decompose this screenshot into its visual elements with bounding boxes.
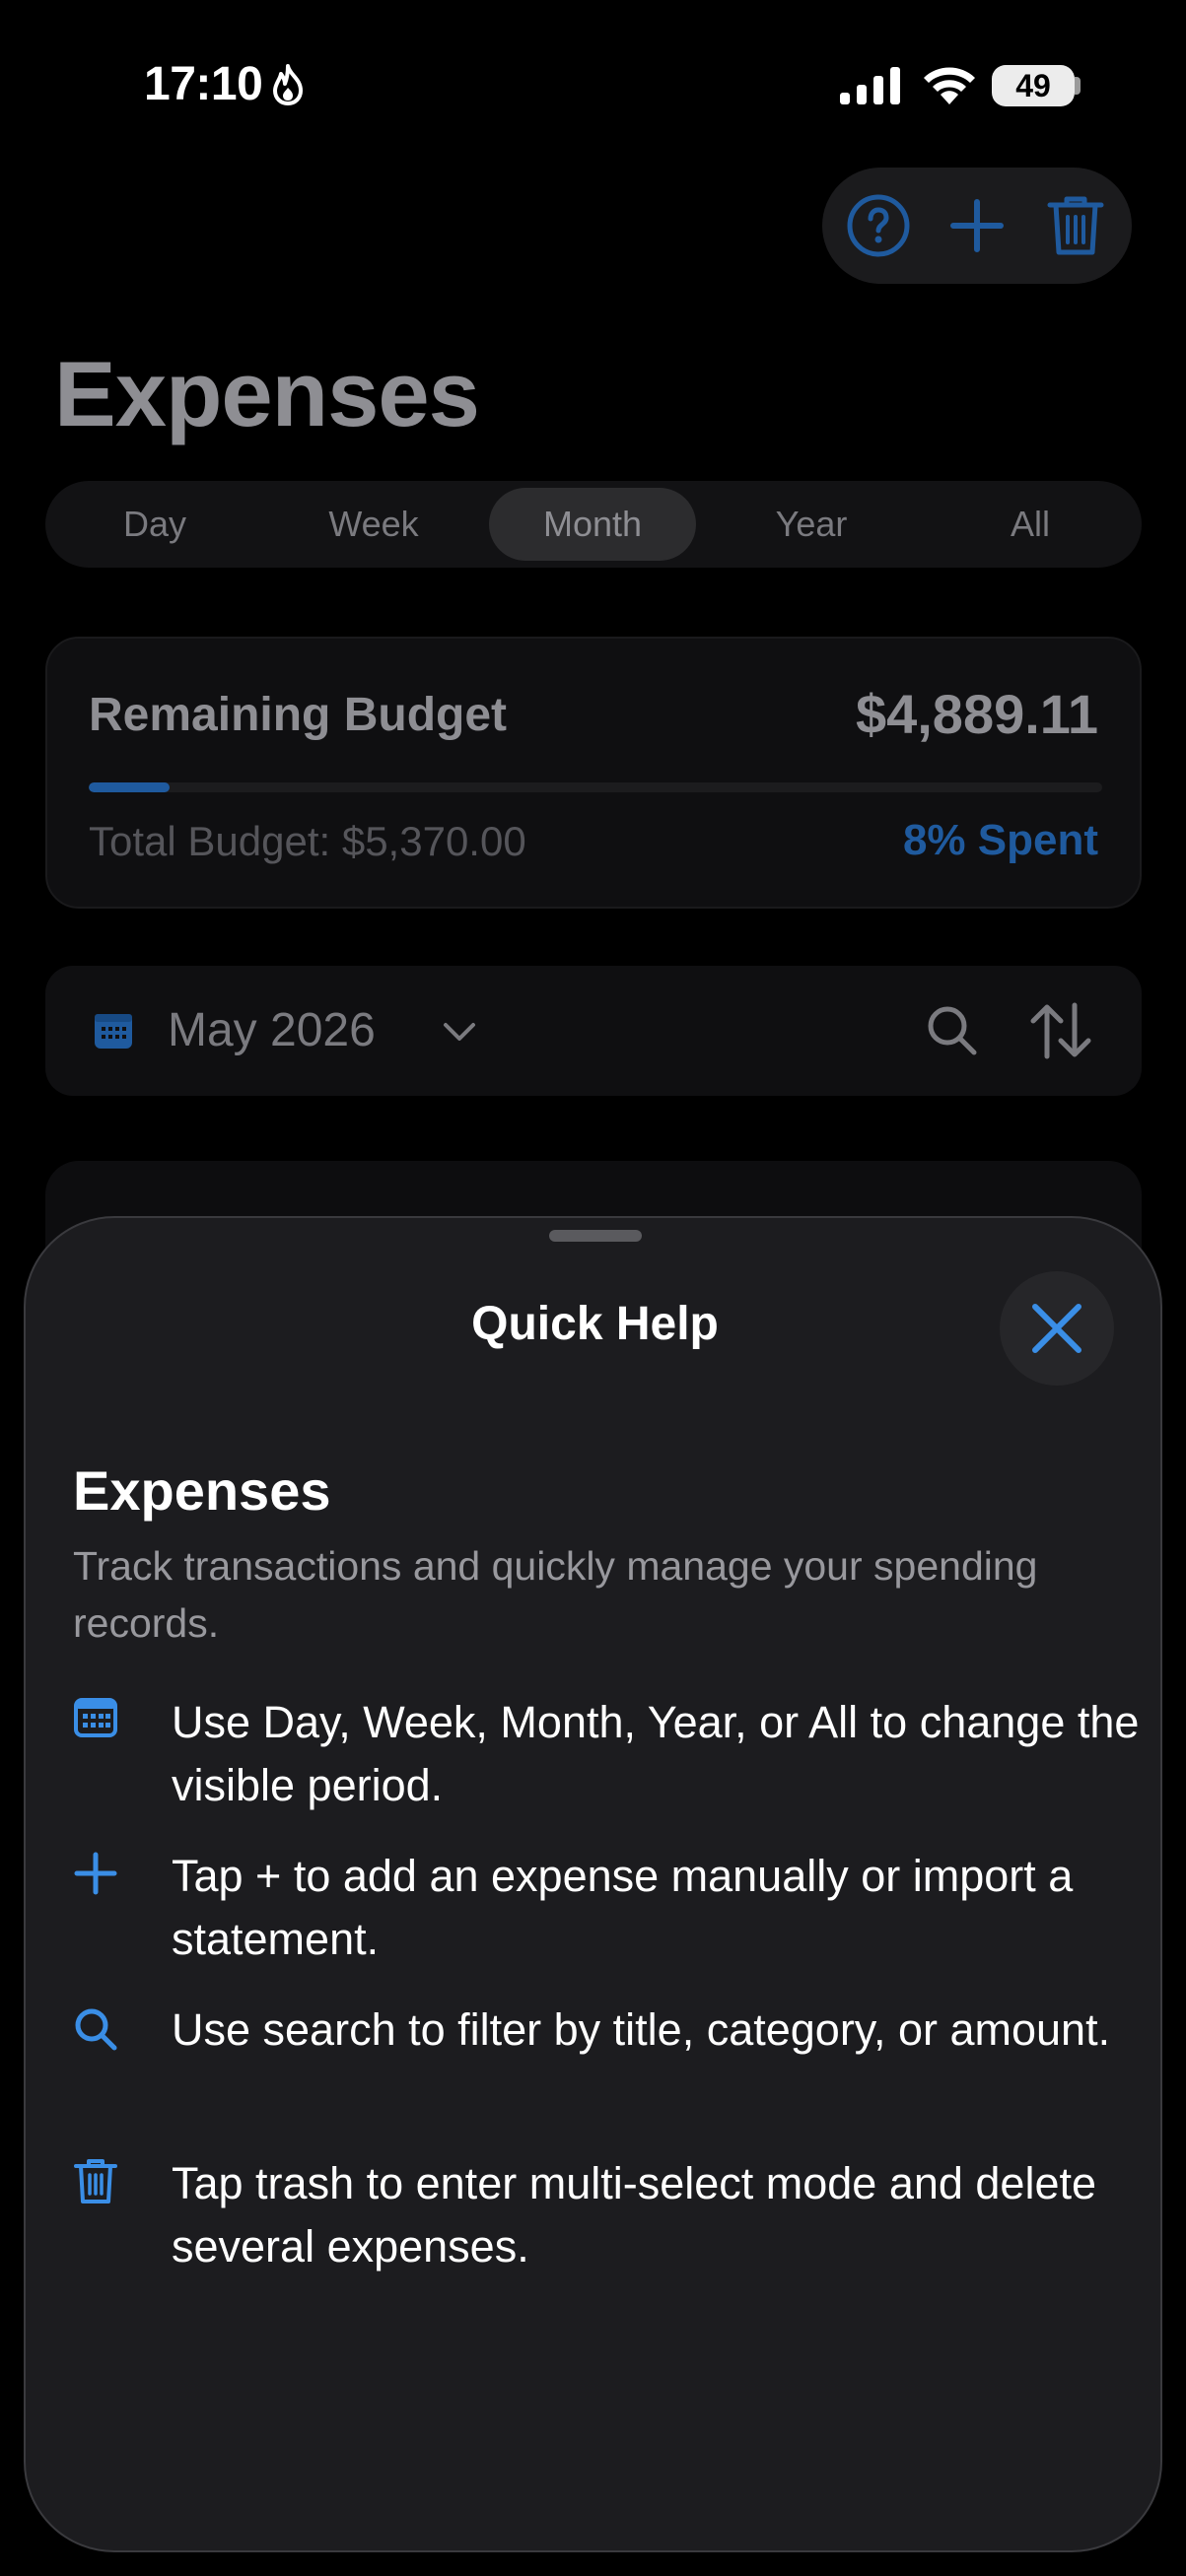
- help-section-description: Track transactions and quickly manage yo…: [73, 1543, 1038, 1646]
- toolbar: [822, 168, 1132, 284]
- sheet-grabber[interactable]: [549, 1230, 642, 1242]
- date-filter-bar: May 2026: [45, 966, 1142, 1096]
- remaining-budget-label: Remaining Budget: [89, 689, 508, 741]
- selected-month[interactable]: May 2026: [168, 1003, 376, 1057]
- page-title: Expenses: [54, 342, 480, 445]
- help-tip-text: Use Day, Week, Month, Year, or All to ch…: [172, 1697, 1140, 1810]
- help-tip-text: Tap trash to enter multi-select mode and…: [172, 2158, 1097, 2271]
- search-button[interactable]: [925, 1003, 980, 1058]
- help-tip-text: Tap + to add an expense manually or impo…: [172, 1851, 1074, 1964]
- trash-icon: [74, 2159, 117, 2203]
- period-all[interactable]: All: [921, 481, 1140, 568]
- period-month[interactable]: Month: [489, 488, 696, 561]
- help-tip-text: Use search to filter by title, category,…: [172, 2004, 1111, 2055]
- chevron-down-icon[interactable]: [442, 1017, 477, 1045]
- delete-mode-button[interactable]: [1039, 189, 1112, 262]
- budget-progress-bar: [89, 782, 1102, 792]
- help-button[interactable]: [842, 189, 915, 262]
- budget-progress-fill: [89, 782, 171, 792]
- search-icon: [75, 2008, 117, 2051]
- calendar-icon: [95, 1014, 132, 1049]
- total-budget: Total Budget: $5,370.00: [89, 818, 526, 864]
- spent-percentage: 8% Spent: [902, 816, 1098, 864]
- plus-icon: [950, 199, 1004, 252]
- plus-icon: [74, 1852, 117, 1895]
- close-button[interactable]: [1000, 1271, 1114, 1386]
- period-week[interactable]: Week: [264, 481, 483, 568]
- period-year[interactable]: Year: [702, 481, 921, 568]
- period-day[interactable]: Day: [45, 481, 264, 568]
- sort-button[interactable]: [1029, 1001, 1092, 1060]
- calendar-icon: [74, 1698, 117, 1737]
- trash-icon: [1047, 196, 1104, 255]
- help-section-heading: Expenses: [73, 1459, 331, 1522]
- sheet-title: Quick Help: [471, 1298, 719, 1350]
- period-segmented-control: Day Week Month Year All: [45, 481, 1142, 568]
- question-circle-icon: [847, 194, 910, 257]
- budget-card: Remaining Budget $4,889.11 Total Budget:…: [45, 637, 1142, 909]
- close-icon: [1032, 1304, 1081, 1353]
- add-expense-button[interactable]: [941, 189, 1013, 262]
- remaining-budget-amount: $4,889.11: [855, 683, 1098, 745]
